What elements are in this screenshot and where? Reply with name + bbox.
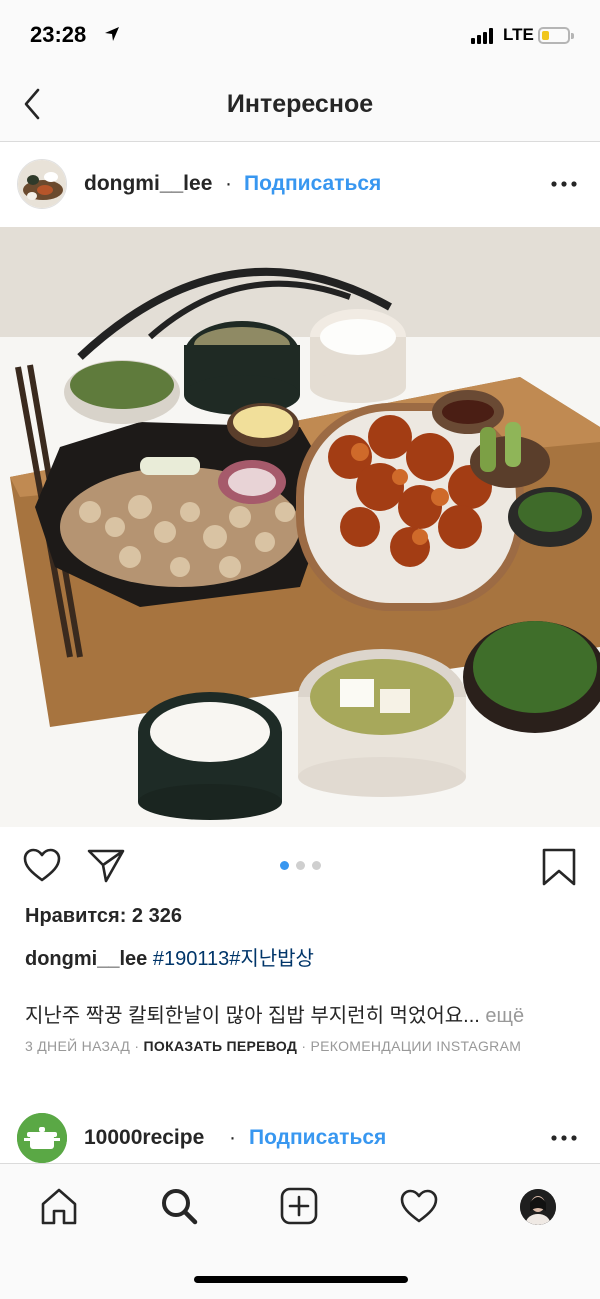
recommendation-label: · РЕКОМЕНДАЦИИ INSTAGRAM — [297, 1038, 522, 1054]
location-arrow-icon — [105, 27, 119, 41]
network-type: LTE — [503, 25, 534, 44]
post-meta: 3 ДНЕЙ НАЗАД · ПОКАЗАТЬ ПЕРЕВОД · РЕКОМЕ… — [25, 1037, 585, 1056]
post-avatar[interactable] — [17, 159, 67, 209]
profile-avatar[interactable] — [520, 1189, 556, 1225]
page-title: Интересное — [226, 90, 374, 118]
clock: 23:28 — [30, 22, 87, 47]
bookmark-icon[interactable] — [541, 847, 577, 887]
activity-heart-icon[interactable] — [399, 1186, 439, 1226]
more-options-icon[interactable] — [549, 176, 579, 192]
share-send-icon[interactable] — [86, 847, 126, 885]
next-post-avatar[interactable] — [17, 1113, 67, 1163]
follow-button[interactable]: Подписаться — [244, 172, 381, 196]
next-post-username[interactable]: 10000recipe — [84, 1126, 204, 1150]
carousel-dot-active — [280, 861, 289, 870]
likes-count[interactable]: Нравится: 2 326 — [25, 905, 182, 928]
search-icon[interactable] — [159, 1186, 199, 1226]
more-link[interactable]: ещё — [480, 1005, 524, 1027]
home-indicator — [194, 1276, 408, 1283]
next-post-follow-button[interactable]: Подписаться — [249, 1126, 386, 1150]
separator-dot: · — [225, 172, 232, 195]
status-bar: 23:28 LTE — [0, 0, 600, 70]
caption-text: 지난주 짝꿍 칼퇴한날이 많아 집밥 부지런히 먹었어요... ещё — [25, 999, 585, 1028]
post-time: 3 ДНЕЙ НАЗАД — [25, 1038, 131, 1054]
separator-dot: · — [229, 1126, 236, 1149]
carousel-indicator — [280, 861, 321, 870]
carousel-dot — [312, 861, 321, 870]
battery-icon — [538, 27, 574, 44]
likes-label: Нравится: — [25, 905, 127, 927]
meta-separator: · — [130, 1038, 144, 1054]
caption: dongmi__lee #190113#지난밥상 — [25, 942, 314, 971]
post-photo[interactable] — [0, 227, 600, 827]
caption-username[interactable]: dongmi__lee — [25, 948, 147, 970]
likes-number: 2 326 — [131, 905, 182, 927]
add-post-icon[interactable] — [279, 1186, 319, 1226]
signal-icon — [471, 28, 493, 44]
nav-header: Интересное — [0, 70, 600, 142]
post-username[interactable]: dongmi__lee — [84, 172, 212, 196]
like-heart-icon[interactable] — [22, 847, 62, 883]
next-post-header: 10000recipe · Подписаться — [0, 1106, 600, 1166]
home-icon[interactable] — [39, 1186, 79, 1226]
more-options-icon[interactable] — [549, 1130, 579, 1146]
caption-hashtags[interactable]: #190113#지난밥상 — [153, 948, 314, 970]
carousel-dot — [296, 861, 305, 870]
caption-body: 지난주 짝꿍 칼퇴한날이 많아 집밥 부지런히 먹었어요... — [25, 1005, 480, 1027]
post-actions — [0, 827, 600, 907]
show-translation-link[interactable]: ПОКАЗАТЬ ПЕРЕВОД — [144, 1038, 298, 1054]
post-header: dongmi__lee · Подписаться — [0, 142, 600, 227]
